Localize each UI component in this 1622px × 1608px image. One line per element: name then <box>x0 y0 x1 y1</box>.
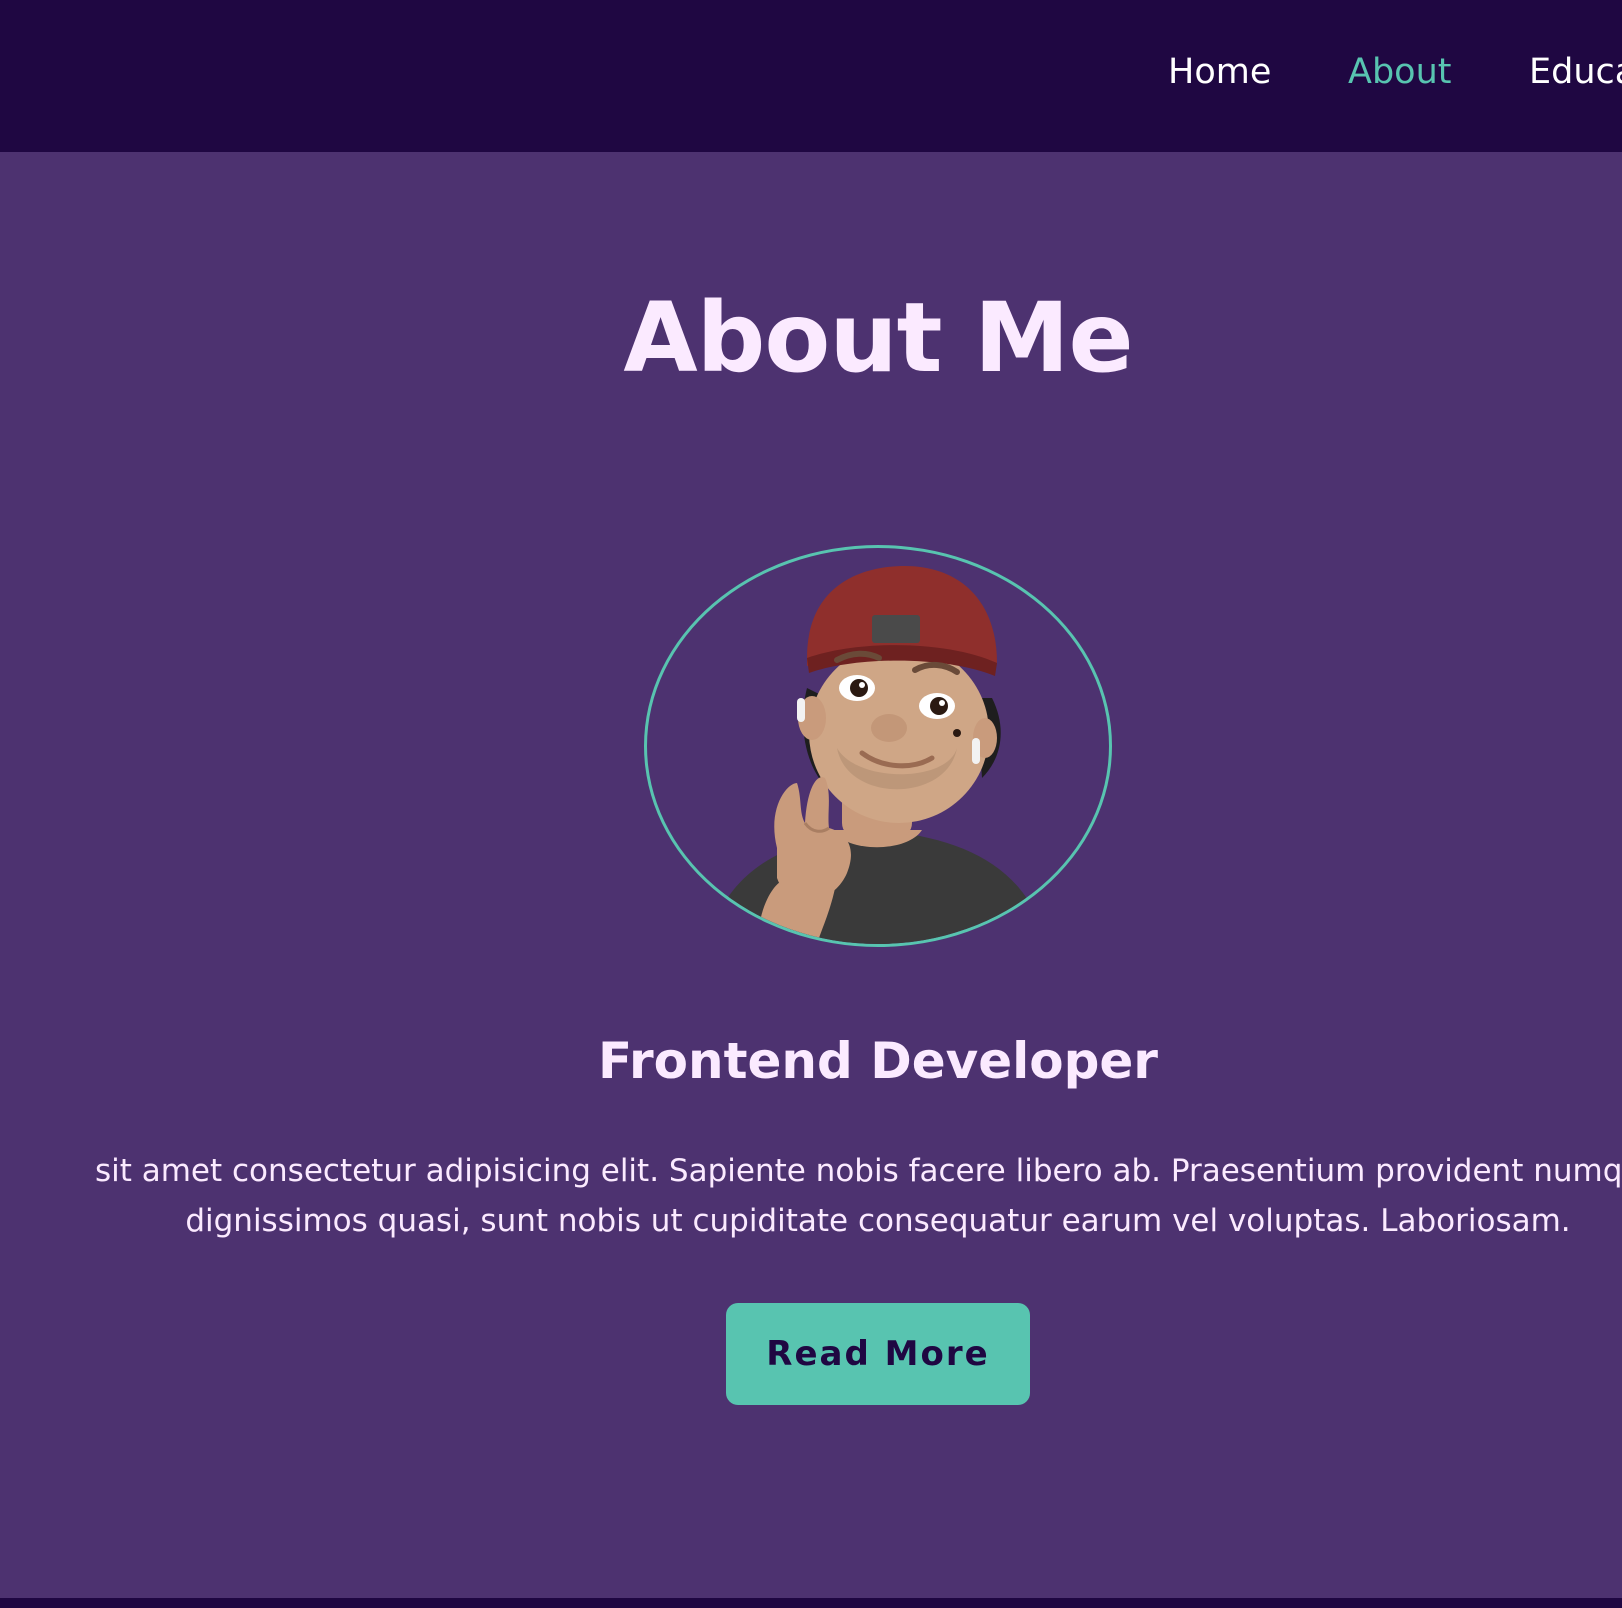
footer-edge <box>0 1598 1622 1608</box>
nav-education-link[interactable]: Educa <box>1529 52 1622 92</box>
nav-home-link[interactable]: Home <box>1168 52 1271 92</box>
role-heading: Frontend Developer <box>598 1032 1158 1090</box>
description-line-1: sit amet consectetur adipisicing elit. S… <box>94 1153 1622 1189</box>
site-header: Home About Educa <box>0 0 1622 152</box>
about-section: About Me Frontend Developer sit amet con… <box>0 152 1622 1598</box>
avatar <box>644 545 1112 947</box>
read-more-button[interactable]: Read More <box>726 1303 1030 1405</box>
about-description: sit amet consectetur adipisicing elit. S… <box>0 1146 1622 1246</box>
nav-about-link[interactable]: About <box>1348 52 1451 92</box>
memoji-avatar-icon <box>707 566 1047 944</box>
description-line-2: dignissimos quasi, sunt nobis ut cupidit… <box>185 1203 1571 1239</box>
main-nav: Home About Educa <box>0 44 1622 104</box>
page-title: About Me <box>623 282 1133 394</box>
